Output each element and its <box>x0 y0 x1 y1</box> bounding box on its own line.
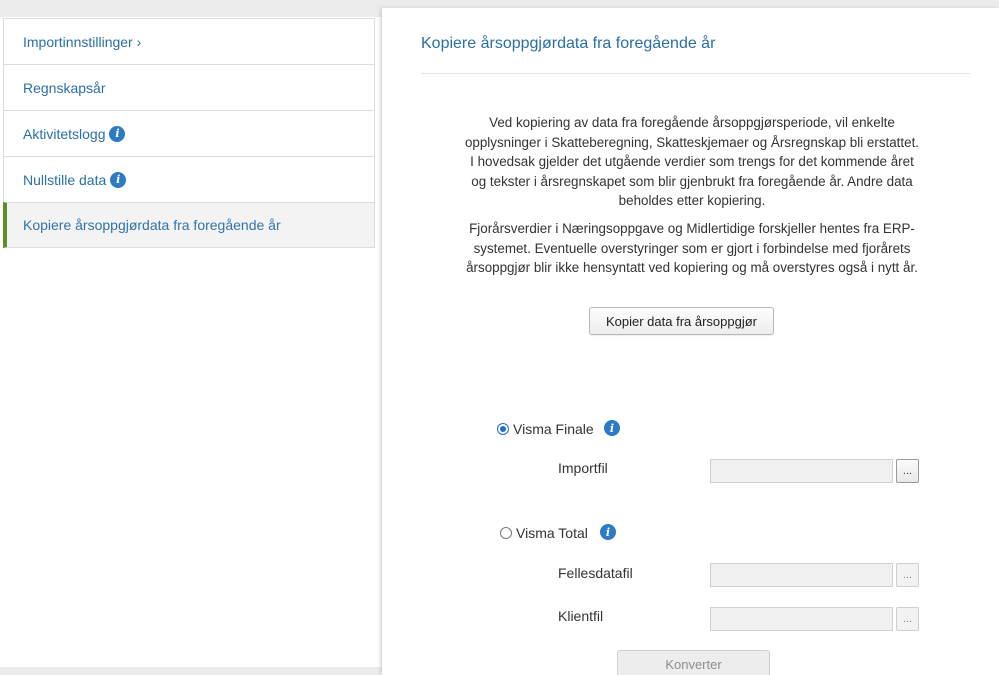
convert-button[interactable]: Konverter <box>617 650 770 675</box>
sidebar-menu: Importinnstillinger › Regnskapsår Aktivi… <box>3 18 375 248</box>
copy-data-button[interactable]: Kopier data fra årsoppgjør <box>589 307 774 335</box>
info-icon[interactable]: i <box>110 171 127 188</box>
title-divider <box>421 73 970 74</box>
sidebar-item-label: Aktivitetslogg <box>23 125 106 142</box>
client-file-label: Klientfil <box>558 608 604 624</box>
info-icon[interactable]: i <box>600 524 616 540</box>
visma-total-option[interactable]: Visma Total <box>500 525 588 541</box>
client-file-browse-button[interactable]: ... <box>896 607 919 631</box>
import-file-browse-button[interactable]: ... <box>896 459 919 483</box>
sidebar-top-gap <box>0 0 381 17</box>
main-panel: Kopiere årsoppgjørdata fra foregående år… <box>382 8 999 675</box>
sidebar-item-reset-data[interactable]: Nullstille data i <box>3 156 375 202</box>
sidebar-item-label: Kopiere årsoppgjørdata fra foregående år <box>23 217 281 233</box>
visma-finale-option[interactable]: Visma Finale <box>497 421 594 437</box>
sidebar-item-fiscal-year[interactable]: Regnskapsår <box>3 64 375 110</box>
visma-finale-label: Visma Finale <box>513 421 594 437</box>
page-title: Kopiere årsoppgjørdata fra foregående år <box>421 35 716 52</box>
shared-data-file-browse-button[interactable]: ... <box>896 563 919 587</box>
sidebar-item-copy-previous-year[interactable]: Kopiere årsoppgjørdata fra foregående år <box>3 202 375 248</box>
sidebar-item-activity-log[interactable]: Aktivitetslogg i <box>3 110 375 156</box>
client-file-input[interactable] <box>710 607 893 631</box>
import-file-input[interactable] <box>710 459 893 483</box>
visma-total-radio[interactable] <box>500 527 512 539</box>
sidebar-item-import-settings[interactable]: Importinnstillinger › <box>3 18 375 64</box>
visma-total-label: Visma Total <box>516 525 588 541</box>
shared-data-file-input[interactable] <box>710 563 893 587</box>
info-icon[interactable]: i <box>604 420 620 436</box>
description-paragraph-1: Ved kopiering av data fra foregående års… <box>464 115 920 208</box>
visma-finale-radio[interactable] <box>497 423 509 435</box>
sidebar-item-label: Nullstille data <box>23 171 107 188</box>
description-paragraph-2: Fjorårsverdier i Næringsoppgave og Midle… <box>466 221 918 275</box>
import-file-label: Importfil <box>558 460 608 476</box>
info-icon[interactable]: i <box>109 125 126 142</box>
shared-data-file-label: Fellesdatafil <box>558 565 633 581</box>
sidebar-item-label: Regnskapsår <box>23 79 106 96</box>
sidebar: Importinnstillinger › Regnskapsår Aktivi… <box>0 0 381 667</box>
sidebar-item-label: Importinnstillinger › <box>23 33 142 50</box>
